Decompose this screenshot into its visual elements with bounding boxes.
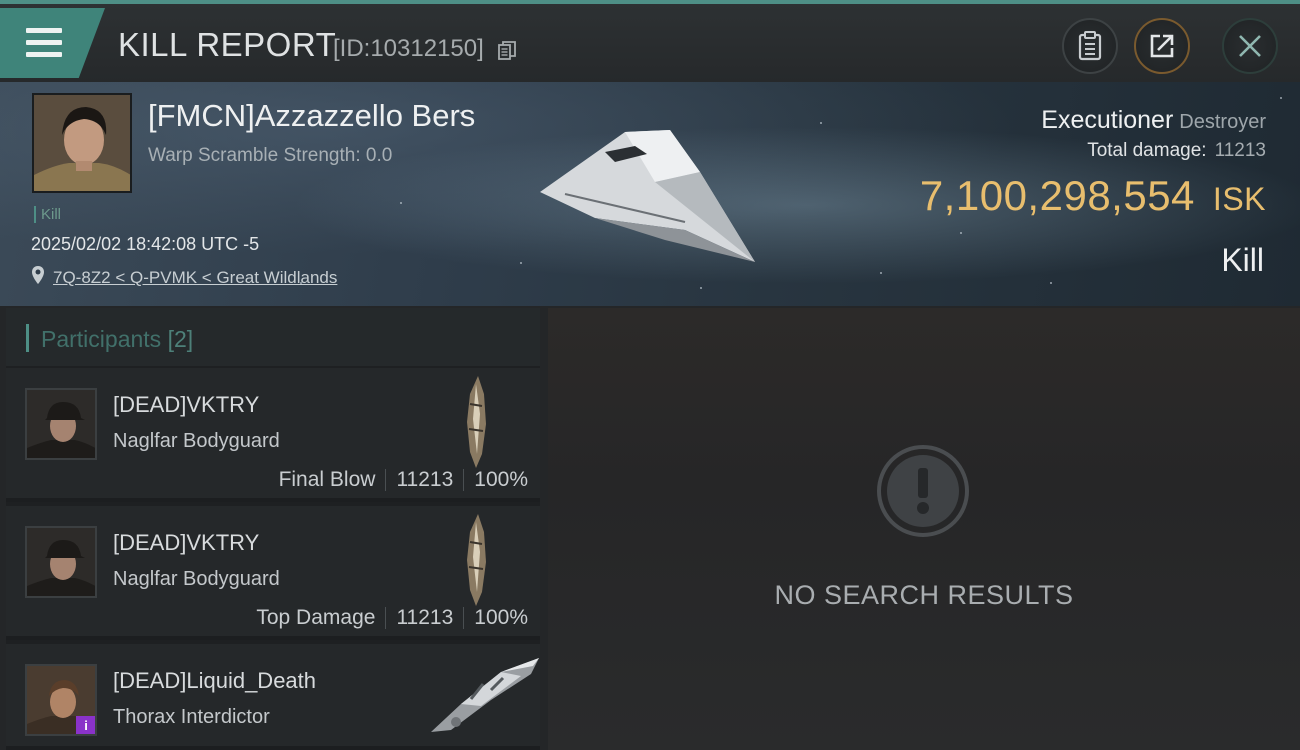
participant-ship: Naglfar Bodyguard: [113, 568, 280, 590]
header-accent-bar: [26, 324, 29, 352]
participant-damage: 11213: [396, 606, 454, 629]
participant-role: Final Blow: [278, 468, 376, 491]
participant-percent: 100%: [474, 468, 528, 491]
total-damage: Total damage: 11213: [1087, 140, 1266, 162]
participant-ship: Thorax Interdictor: [113, 706, 270, 728]
avatar: [27, 390, 95, 458]
isk-amount: 7,100,298,554: [919, 172, 1195, 219]
exclamation-circle-icon: [877, 445, 969, 537]
participant-ship-image: [467, 376, 486, 468]
total-damage-label: Total damage:: [1087, 140, 1207, 161]
participants-panel: Participants [2] [DEAD]VKTRY Naglfar Bod…: [6, 308, 540, 750]
participant-avatar[interactable]: i: [25, 664, 97, 736]
victim-banner: [FMCN]Azzazzello Bers Warp Scramble Stre…: [0, 82, 1300, 306]
warp-scramble-strength: Warp Scramble Strength: 0.0: [148, 145, 393, 166]
participant-row[interactable]: [DEAD]VKTRY Naglfar Bodyguard Final Blow…: [6, 368, 540, 502]
share-icon: [1150, 34, 1174, 58]
participant-ship-image: [431, 658, 539, 732]
divider: [385, 469, 387, 492]
location-pin-icon: [32, 266, 44, 284]
participant-percent: 100%: [474, 606, 528, 629]
clipboard-icon: [1078, 31, 1102, 61]
ship-class: Destroyer: [1179, 111, 1266, 133]
kill-datetime: 2025/02/02 18:42:08 UTC -5: [31, 234, 260, 254]
avatar: [34, 95, 130, 191]
close-button[interactable]: [1222, 18, 1278, 74]
participants-header: Participants [2]: [6, 308, 540, 366]
share-button[interactable]: [1134, 18, 1190, 74]
info-badge: i: [76, 716, 95, 734]
isk-unit: ISK: [1212, 181, 1266, 217]
kill-tag: Kill: [34, 206, 61, 223]
participant-name: [DEAD]VKTRY: [113, 530, 260, 555]
avatar: [27, 528, 95, 596]
clipboard-button[interactable]: [1062, 18, 1118, 74]
menu-button[interactable]: [0, 8, 105, 78]
divider: [463, 607, 465, 630]
hamburger-menu-icon: [26, 28, 62, 58]
victim-ship-image[interactable]: [535, 122, 765, 272]
kill-report-screen: KILL REPORT [ID:10312150] [FMCN]Azzazzel…: [0, 0, 1300, 750]
participant-name: [DEAD]VKTRY: [113, 392, 260, 417]
participant-row[interactable]: [DEAD]VKTRY Naglfar Bodyguard Top Damage…: [6, 506, 540, 640]
participant-avatar[interactable]: [25, 526, 97, 598]
page-title: KILL REPORT: [118, 26, 337, 63]
result-label: Kill: [1221, 242, 1264, 278]
participant-stats: Final Blow 11213 100%: [279, 468, 528, 492]
copy-icon[interactable]: [498, 41, 516, 60]
participant-stats: Top Damage 11213 100%: [256, 606, 528, 630]
ship-name: Executioner: [1041, 106, 1174, 134]
participants-count: [2]: [167, 326, 194, 352]
participant-row[interactable]: i [DEAD]Liquid_Death Thorax Interdictor: [6, 644, 540, 750]
victim-name[interactable]: [FMCN]Azzazzello Bers: [148, 98, 475, 134]
participant-role: Top Damage: [256, 606, 376, 629]
participant-ship: Naglfar Bodyguard: [113, 430, 280, 452]
divider: [463, 469, 465, 492]
participant-avatar[interactable]: [25, 388, 97, 460]
divider: [385, 607, 387, 630]
participants-title: Participants [2]: [41, 326, 193, 353]
participants-label: Participants: [41, 326, 162, 352]
report-id: [ID:10312150]: [333, 35, 484, 62]
no-results-message: NO SEARCH RESULTS: [774, 580, 1074, 610]
top-bar: KILL REPORT [ID:10312150]: [0, 0, 1300, 82]
participant-ship-image: [467, 514, 486, 606]
participant-damage: 11213: [396, 468, 454, 491]
close-icon: [1239, 35, 1261, 57]
location-link[interactable]: 7Q-8Z2 < Q-PVMK < Great Wildlands: [53, 268, 337, 288]
victim-portrait[interactable]: [32, 93, 132, 193]
victim-ship: Executioner Destroyer: [1041, 106, 1266, 135]
total-damage-value: 11213: [1214, 140, 1266, 161]
results-panel: NO SEARCH RESULTS: [548, 308, 1300, 750]
participant-name: [DEAD]Liquid_Death: [113, 668, 317, 693]
isk-value: 7,100,298,554 ISK: [920, 172, 1266, 220]
